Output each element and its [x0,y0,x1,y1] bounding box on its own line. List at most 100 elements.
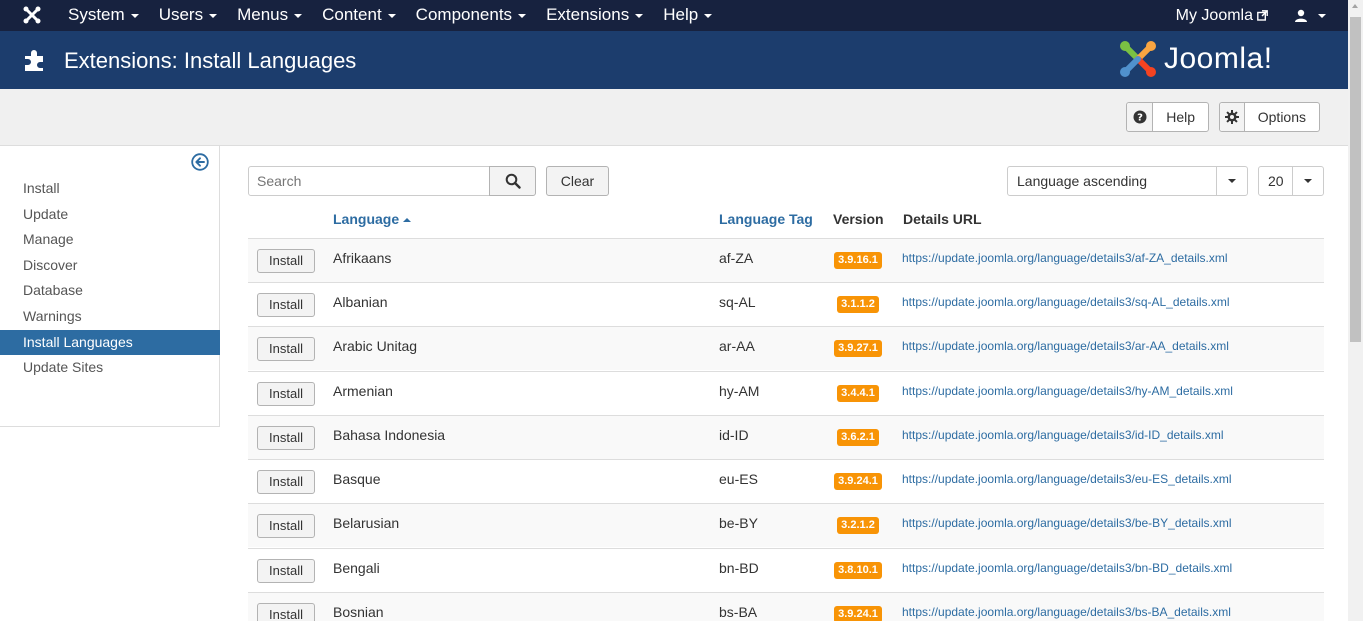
sidebar-item-update-sites[interactable]: Update Sites [0,355,220,380]
details-url-link[interactable]: https://update.joomla.org/language/detai… [902,339,1229,353]
install-button[interactable]: Install [257,293,315,317]
install-button[interactable]: Install [257,559,315,583]
install-button[interactable]: Install [257,249,315,273]
collapse-sidebar-icon[interactable] [191,153,209,171]
details-url-link[interactable]: https://update.joomla.org/language/detai… [902,516,1232,530]
language-name: Albanian [333,294,388,310]
scrollbar-thumb[interactable] [1350,17,1361,342]
menu-label: System [68,5,125,24]
version-badge: 3.2.1.2 [837,517,879,534]
joomla-logo-icon [1120,41,1156,77]
column-header-language-tag[interactable]: Language Tag [719,211,813,227]
menu-content[interactable]: Content [312,0,406,31]
language-tag: ar-AA [719,338,755,354]
main-menu: System Users Menus Content Components Ex… [58,0,722,31]
version-badge: 3.9.16.1 [834,252,882,269]
search-input[interactable] [248,166,490,196]
page-scrollbar[interactable] [1348,0,1363,621]
column-header-language[interactable]: Language [333,211,412,227]
chevron-down-icon [1292,167,1323,195]
version-badge: 3.8.10.1 [834,562,882,579]
column-header-label: Language [333,211,400,227]
caret-down-icon [387,13,396,18]
scroll-up-icon[interactable] [1352,4,1358,8]
table-row: Install Albanian sq-AL 3.1.1.2 https://u… [248,282,1324,326]
page-header: Extensions: Install Languages Joomla! [0,31,1348,89]
install-button[interactable]: Install [257,603,315,621]
table-row: Install Bengali bn-BD 3.8.10.1 https://u… [248,548,1324,592]
sidebar-item-database[interactable]: Database [0,278,220,303]
caret-down-icon [518,13,527,18]
language-tag: be-BY [719,515,758,531]
external-link-icon [1257,10,1268,21]
menu-help[interactable]: Help [653,0,722,31]
navbar-right: My Joomla [1166,0,1348,31]
table-row: Install Arabic Unitag ar-AA 3.9.27.1 htt… [248,326,1324,370]
install-button[interactable]: Install [257,426,315,450]
limit-select[interactable]: 20 [1258,166,1324,196]
sidebar-item-install[interactable]: Install [0,176,220,201]
version-badge: 3.9.24.1 [834,606,882,621]
sidebar-item-manage[interactable]: Manage [0,227,220,252]
language-tag: bs-BA [719,604,758,620]
options-button[interactable]: Options [1219,102,1320,132]
sidebar-item-update[interactable]: Update [0,202,220,227]
joomla-brand: Joomla! [1118,39,1273,79]
install-button[interactable]: Install [257,470,315,494]
details-url-link[interactable]: https://update.joomla.org/language/detai… [902,384,1233,398]
page-title: Extensions: Install Languages [64,48,357,73]
clear-button[interactable]: Clear [546,166,609,196]
version-badge: 3.9.24.1 [834,473,882,490]
details-url-link[interactable]: https://update.joomla.org/language/detai… [902,605,1231,619]
sidebar-item-install-languages[interactable]: Install Languages [0,330,220,355]
search-button[interactable] [489,166,536,196]
sort-ascending-icon [403,218,412,223]
user-icon [1295,9,1307,22]
install-button[interactable]: Install [257,514,315,538]
table-row: Install Bosnian bs-BA 3.9.24.1 https://u… [248,592,1324,621]
menu-extensions[interactable]: Extensions [536,0,653,31]
gear-icon [1220,103,1245,131]
sidebar-item-warnings[interactable]: Warnings [0,304,220,329]
menu-components[interactable]: Components [406,0,536,31]
table-row: Install Armenian hy-AM 3.4.4.1 https://u… [248,371,1324,415]
menu-label: Content [322,5,382,24]
language-tag: id-ID [719,427,749,443]
language-tag: af-ZA [719,250,754,266]
menu-users[interactable]: Users [149,0,227,31]
sidebar-item-discover[interactable]: Discover [0,253,220,278]
caret-down-icon [294,13,303,18]
joomla-wordmark: Joomla! [1164,42,1273,75]
table-row: Install Belarusian be-BY 3.2.1.2 https:/… [248,503,1324,547]
puzzle-piece-icon [25,50,43,71]
install-button[interactable]: Install [257,337,315,361]
details-url-link[interactable]: https://update.joomla.org/language/detai… [902,561,1232,575]
my-joomla-link[interactable]: My Joomla [1166,7,1278,25]
limit-value: 20 [1268,173,1284,189]
joomla-logo-icon[interactable] [22,5,42,25]
language-name: Armenian [333,383,393,399]
caret-down-icon [130,13,139,18]
details-url-link[interactable]: https://update.joomla.org/language/detai… [902,295,1230,309]
user-menu[interactable] [1278,9,1348,23]
menu-label: Help [663,5,699,24]
caret-down-icon [635,13,644,18]
sidebar: Install Update Manage Discover Database … [0,146,220,427]
ordering-value: Language ascending [1017,173,1148,189]
details-url-link[interactable]: https://update.joomla.org/language/detai… [902,472,1232,486]
details-url-link[interactable]: https://update.joomla.org/language/detai… [902,428,1224,442]
table-row: Install Basque eu-ES 3.9.24.1 https://up… [248,459,1324,503]
version-badge: 3.9.27.1 [834,340,882,357]
language-name: Afrikaans [333,250,392,266]
details-url-link[interactable]: https://update.joomla.org/language/detai… [902,251,1228,265]
menu-menus[interactable]: Menus [227,0,312,31]
language-name: Belarusian [333,515,400,531]
ordering-select[interactable]: Language ascending [1007,166,1248,196]
table-row: Install Afrikaans af-ZA 3.9.16.1 https:/… [248,238,1324,282]
menu-system[interactable]: System [58,0,149,31]
help-button[interactable]: ? Help [1126,102,1209,132]
install-button[interactable]: Install [257,382,315,406]
column-header-details-url: Details URL [903,211,982,227]
question-circle-icon: ? [1127,103,1154,131]
language-tag: hy-AM [719,383,760,399]
